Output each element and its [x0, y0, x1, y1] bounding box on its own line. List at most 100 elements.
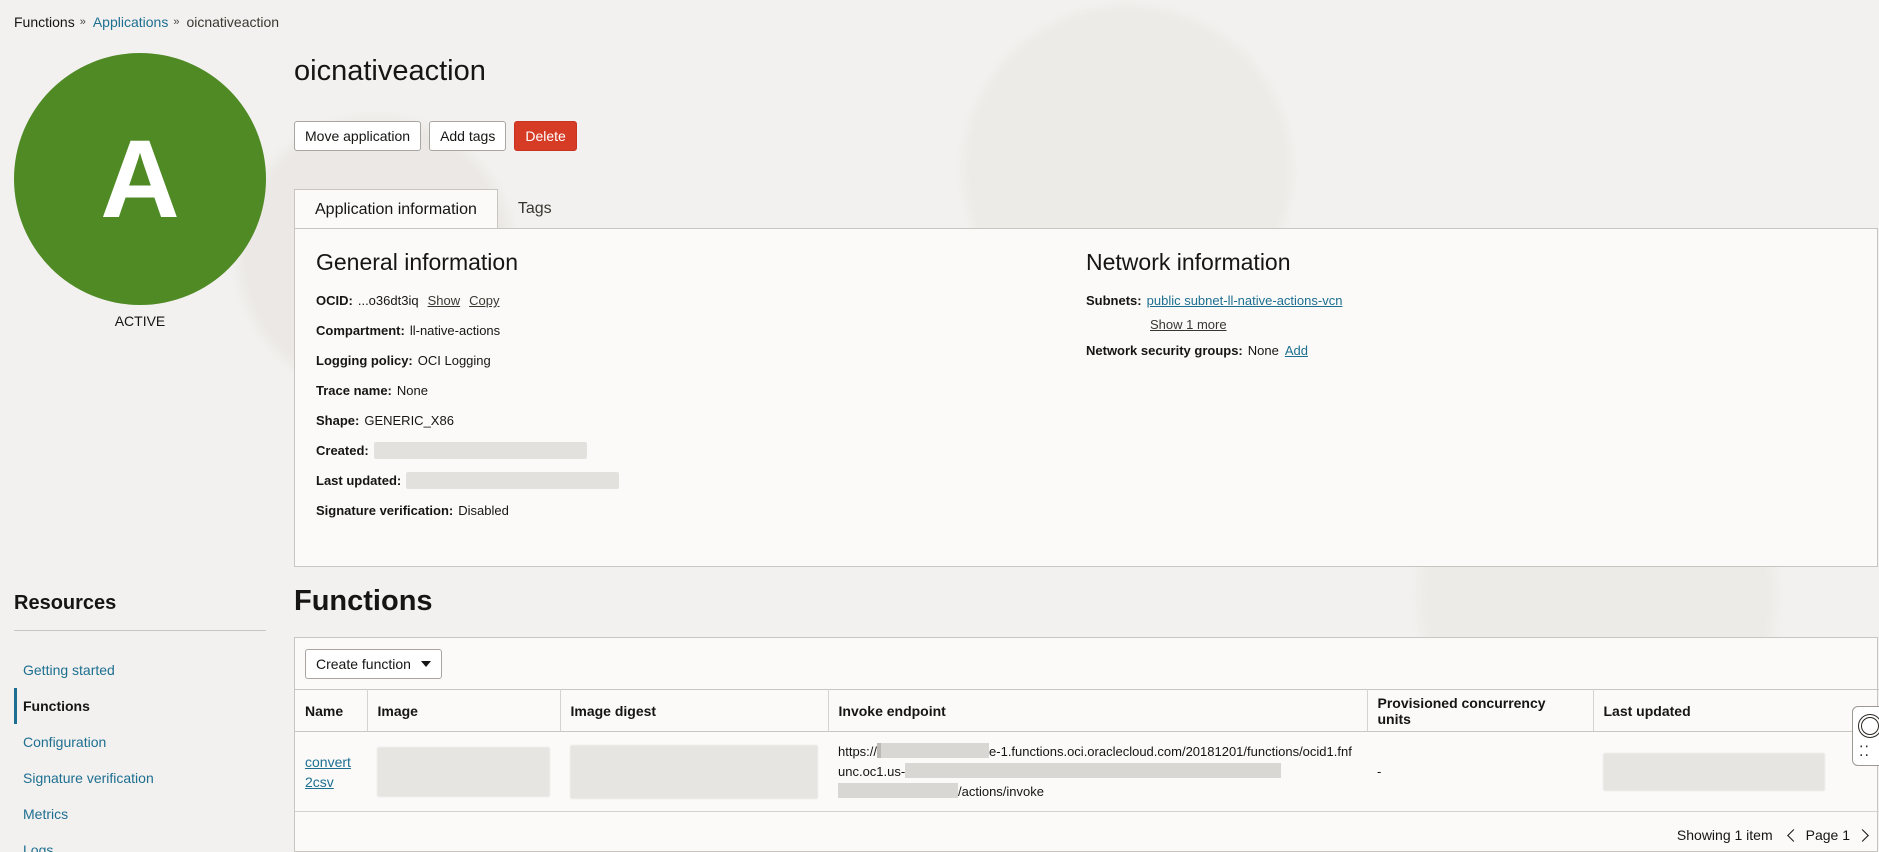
- function-name-line2: 2csv: [305, 773, 334, 790]
- general-information-heading: General information: [316, 249, 518, 275]
- ocid-value: ...o36dt3iq: [357, 293, 419, 308]
- delete-button[interactable]: Delete: [514, 121, 577, 151]
- resources-item-metrics[interactable]: Metrics: [14, 796, 266, 832]
- subnet-link[interactable]: public subnet-ll-native-actions-vcn: [1147, 293, 1343, 308]
- create-function-label: Create function: [316, 656, 411, 672]
- page-indicator: Page 1: [1805, 827, 1850, 843]
- show-more-subnets-link[interactable]: Show 1 more: [1150, 317, 1342, 332]
- resources-item-logs[interactable]: Logs: [14, 832, 266, 852]
- endpoint-part: /actions/invoke: [958, 783, 1044, 799]
- breadcrumb-applications[interactable]: Applications: [93, 14, 169, 30]
- breadcrumb: Functions » Applications » oicnativeacti…: [14, 14, 279, 30]
- grid-dots-icon: ⁚⁚: [1859, 743, 1870, 759]
- breadcrumb-current: oicnativeaction: [186, 14, 280, 30]
- network-information-section: Network information Subnets: public subn…: [1086, 249, 1342, 359]
- item-count: Showing 1 item: [1676, 827, 1773, 843]
- logging-policy-label: Logging policy:: [316, 353, 413, 368]
- compartment-label: Compartment:: [316, 323, 405, 338]
- last-updated-value-redacted: [1603, 752, 1825, 791]
- general-information-section: General information OCID: ...o36dt3iq Sh…: [316, 249, 620, 519]
- resources-item-functions[interactable]: Functions: [14, 688, 266, 724]
- breadcrumb-separator: »: [173, 16, 180, 28]
- column-header-image-digest[interactable]: Image digest: [560, 689, 829, 732]
- endpoint-part: https://: [838, 743, 878, 759]
- image-value-redacted: [377, 746, 550, 797]
- breadcrumb-separator: »: [79, 16, 86, 28]
- shape-row: Shape: GENERIC_X86: [316, 412, 619, 429]
- column-header-provisioned-concurrency[interactable]: Provisioned concurrency units: [1367, 689, 1594, 732]
- function-name-line1: convert: [305, 753, 351, 770]
- endpoint-redacted: [881, 742, 990, 758]
- page-controls: Page 1: [1786, 827, 1869, 843]
- image-digest-cell: [560, 731, 828, 812]
- column-header-invoke-endpoint[interactable]: Invoke endpoint: [828, 689, 1368, 732]
- invoke-endpoint-value: https:// e-1.functions.oci.oraclecloud.co…: [838, 742, 1357, 802]
- chevron-right-icon[interactable]: [1856, 828, 1869, 842]
- column-header-last-updated[interactable]: Last updated: [1593, 689, 1879, 732]
- logging-policy-value: OCI Logging: [417, 353, 491, 368]
- endpoint-redacted: [905, 762, 1282, 778]
- network-information-heading: Network information: [1086, 249, 1291, 275]
- nsg-value: None: [1247, 343, 1279, 358]
- application-avatar: A: [14, 53, 266, 305]
- create-function-button[interactable]: Create function: [305, 649, 442, 679]
- breadcrumb-functions[interactable]: Functions: [14, 14, 75, 30]
- trace-name-label: Trace name:: [316, 383, 392, 398]
- ocid-row: OCID: ...o36dt3iq Show Copy: [316, 292, 619, 309]
- resources-heading: Resources: [14, 592, 117, 614]
- function-name-link[interactable]: convert 2csv: [305, 754, 351, 790]
- last-updated-row: Last updated:: [316, 472, 620, 489]
- resources-divider: [14, 630, 266, 631]
- last-updated-label: Last updated:: [316, 473, 402, 488]
- chevron-left-icon[interactable]: [1786, 828, 1800, 842]
- lifebuoy-icon: [1858, 714, 1879, 738]
- chevron-down-icon: [420, 661, 431, 667]
- resources-item-getting-started[interactable]: Getting started: [14, 652, 266, 688]
- nsg-label: Network security groups:: [1086, 343, 1243, 358]
- page-title: oicnativeaction: [294, 55, 486, 87]
- tab-tags[interactable]: Tags: [498, 189, 572, 229]
- logging-policy-row: Logging policy: OCI Logging: [316, 352, 619, 369]
- trace-name-row: Trace name: None: [316, 382, 619, 399]
- action-buttons: Move application Add tags Delete: [294, 121, 577, 151]
- ocid-show-link[interactable]: Show: [428, 293, 461, 308]
- functions-heading: Functions: [294, 585, 433, 617]
- resources-nav: Getting started Functions Configuration …: [14, 652, 266, 852]
- table-header-row: Name Image Image digest Invoke endpoint …: [295, 689, 1879, 732]
- signature-verification-row: Signature verification: Disabled: [316, 502, 619, 519]
- compartment-row: Compartment: ll-native-actions: [316, 322, 619, 339]
- endpoint-part: e-1.functions.oci.oraclecloud.com/201812…: [989, 743, 1293, 759]
- image-digest-value-redacted: [570, 744, 818, 799]
- column-header-name[interactable]: Name: [295, 689, 368, 732]
- created-value-redacted: [373, 442, 587, 459]
- column-header-image[interactable]: Image: [367, 689, 561, 732]
- compartment-value: ll-native-actions: [409, 323, 501, 338]
- last-updated-value-redacted: [406, 472, 620, 489]
- shape-value: GENERIC_X86: [364, 413, 454, 428]
- functions-table: Name Image Image digest Invoke endpoint …: [295, 689, 1879, 812]
- resources-item-configuration[interactable]: Configuration: [14, 724, 266, 760]
- help-widget[interactable]: ⁚⁚: [1852, 706, 1879, 766]
- provisioned-concurrency-cell: -: [1367, 731, 1593, 812]
- subnets-label: Subnets:: [1086, 293, 1142, 308]
- ocid-label: OCID:: [316, 293, 353, 308]
- resources-item-signature-verification[interactable]: Signature verification: [14, 760, 266, 796]
- invoke-endpoint-cell: https:// e-1.functions.oci.oraclecloud.co…: [828, 731, 1367, 812]
- tab-application-information[interactable]: Application information: [294, 189, 498, 230]
- add-tags-button[interactable]: Add tags: [429, 121, 507, 151]
- signature-verification-label: Signature verification:: [316, 503, 454, 518]
- avatar-letter: A: [100, 117, 180, 241]
- status-label: ACTIVE: [114, 313, 166, 329]
- ocid-copy-link[interactable]: Copy: [469, 293, 499, 308]
- created-label: Created:: [316, 443, 369, 458]
- shape-label: Shape:: [316, 413, 360, 428]
- nsg-add-link[interactable]: Add: [1285, 343, 1308, 358]
- subnets-row: Subnets: public subnet-ll-native-actions…: [1086, 292, 1342, 309]
- last-updated-cell: ⋮: [1593, 731, 1879, 812]
- trace-name-value: None: [396, 383, 428, 398]
- move-application-button[interactable]: Move application: [294, 121, 422, 151]
- signature-verification-value: Disabled: [458, 503, 509, 518]
- image-cell: [367, 731, 560, 812]
- function-name-cell: convert 2csv: [295, 731, 367, 812]
- functions-toolbar: Create function: [305, 649, 442, 679]
